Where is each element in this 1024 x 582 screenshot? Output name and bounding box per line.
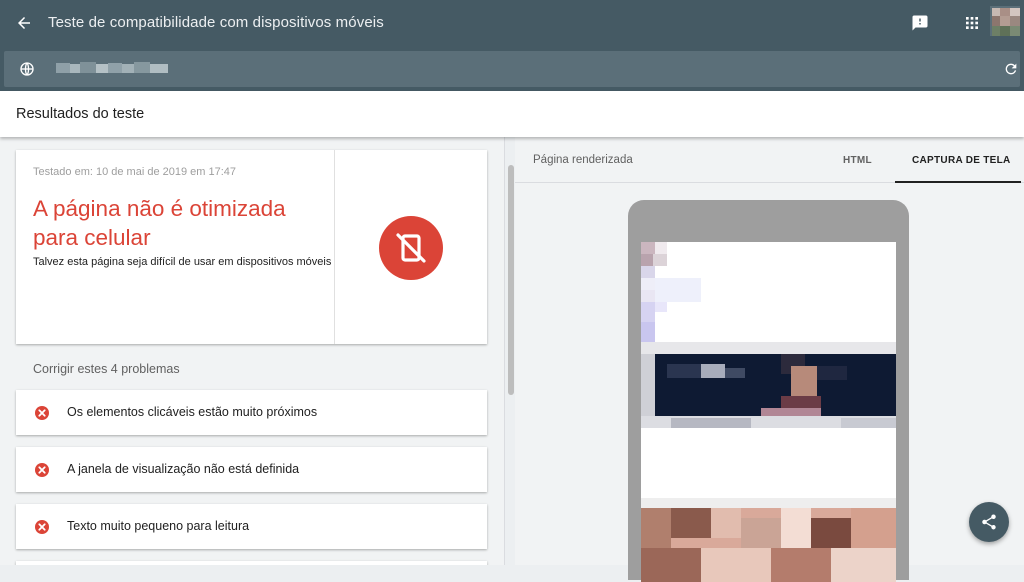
preview-pane: Página renderizada HTML CAPTURA DE TELA (515, 137, 1024, 582)
page-screenshot-pixelated (641, 242, 896, 582)
fix-problems-label: Corrigir estes 4 problemas (33, 362, 180, 376)
url-text-redacted (56, 61, 168, 75)
issue-label: Os elementos clicáveis estão muito próxi… (67, 405, 318, 419)
selected-tab-indicator (895, 181, 1021, 183)
error-icon (34, 462, 50, 478)
tab-screenshot[interactable]: CAPTURA DE TELA (912, 155, 1011, 166)
issue-item[interactable]: Os elementos clicáveis estão muito próxi… (16, 390, 487, 435)
issue-item[interactable]: A janela de visualização não está defini… (16, 447, 487, 492)
issue-item-partial[interactable] (16, 561, 487, 565)
reload-icon[interactable] (1000, 58, 1022, 80)
results-header: Resultados do teste (0, 91, 1024, 137)
rendered-page-label: Página renderizada (533, 154, 633, 166)
result-headline: A página não é otimizada para celular (33, 196, 286, 250)
share-icon (982, 514, 996, 530)
issue-item[interactable]: Texto muito pequeno para leitura (16, 504, 487, 549)
feedback-icon[interactable] (908, 11, 932, 35)
url-bar (0, 46, 1024, 91)
card-divider (334, 150, 335, 344)
error-icon (34, 519, 50, 535)
preview-tabs: Página renderizada HTML CAPTURA DE TELA (515, 137, 1024, 183)
globe-icon (16, 58, 38, 80)
results-pane: Testado em: 10 de mai de 2019 em 17:47 A… (0, 137, 504, 565)
results-title: Resultados do teste (16, 106, 145, 122)
share-button[interactable] (969, 502, 1009, 542)
tested-at: Testado em: 10 de mai de 2019 em 17:47 (33, 166, 237, 178)
result-description: Talvez esta página seja difícil de usar … (33, 256, 332, 268)
avatar[interactable] (990, 6, 1020, 36)
summary-card: Testado em: 10 de mai de 2019 em 17:47 A… (16, 150, 487, 344)
top-app-bar: Teste de compatibilidade com dispositivo… (0, 0, 1024, 46)
error-icon (34, 405, 50, 421)
apps-grid-icon[interactable] (960, 11, 984, 35)
tab-html[interactable]: HTML (843, 155, 872, 166)
url-field[interactable] (4, 51, 1020, 87)
issue-label: A janela de visualização não está defini… (67, 462, 300, 476)
back-arrow-icon[interactable] (12, 11, 36, 35)
mobile-off-icon (379, 216, 443, 280)
issue-label: Texto muito pequeno para leitura (67, 519, 250, 533)
scrollbar-thumb[interactable] (508, 165, 514, 395)
pane-divider (504, 137, 505, 565)
app-title: Teste de compatibilidade com dispositivo… (48, 14, 384, 31)
phone-frame (628, 200, 909, 582)
